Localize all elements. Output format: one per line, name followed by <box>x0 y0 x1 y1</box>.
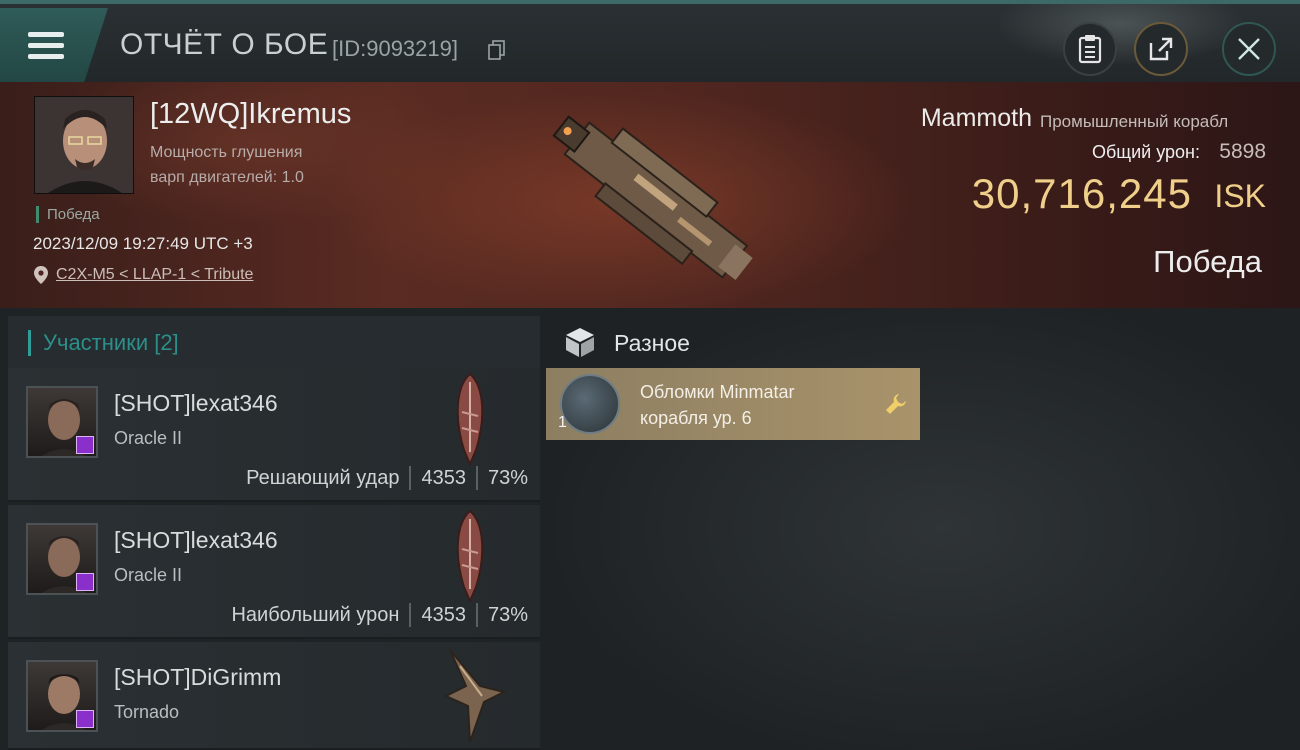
character-badge-icon <box>76 436 94 454</box>
participant-ship: Tornado <box>114 702 180 722</box>
participant-avatar[interactable] <box>26 660 98 732</box>
share-button[interactable] <box>1134 22 1188 76</box>
participant-stats: Решающий удар 4353 73% <box>246 466 528 490</box>
close-button[interactable] <box>1222 22 1276 76</box>
loot-name: Обломки Minmatar <box>640 382 795 402</box>
top-bar: ОТЧЁТ О БОЕ [ID:9093219] <box>0 0 1300 86</box>
participants-title: Участники [2] <box>28 330 179 356</box>
loot-item[interactable]: 1 Обломки Minmatar корабля ур. 6 <box>546 368 920 440</box>
participant-ship: Oracle II <box>114 565 183 585</box>
total-damage-value: 5898 <box>1219 140 1266 163</box>
participant-avatar[interactable] <box>26 523 98 595</box>
character-badge-icon <box>76 710 94 728</box>
stats-divider <box>409 466 412 490</box>
participant-row[interactable]: [SHOT]DiGrimm Tornado <box>8 642 540 750</box>
warp-scramble-label: Мощность глушения <box>150 144 303 161</box>
participant-percent: 73% <box>487 466 528 489</box>
total-damage-label: Общий урон: <box>1092 142 1200 162</box>
isk-unit: ISK <box>1214 178 1266 214</box>
wreck-thumbnail-icon <box>560 374 620 434</box>
battle-datetime: 2023/12/09 19:27:49 UTC +3 <box>33 234 253 253</box>
location-pin-icon <box>34 266 48 284</box>
close-icon <box>1238 38 1260 60</box>
victim-ship-class: Промышленный корабл <box>1040 112 1229 131</box>
participant-name[interactable]: [SHOT]lexat346 <box>114 527 278 554</box>
stats-divider <box>409 603 412 627</box>
participant-row[interactable]: [SHOT]lexat346 Oracle II Решающий удар 4… <box>8 368 540 502</box>
battle-result: Победа <box>1153 244 1262 279</box>
participant-damage: 4353 <box>421 466 466 489</box>
battle-location-link[interactable]: C2X-M5 < LLAP-1 < Tribute <box>56 266 253 284</box>
hamburger-icon <box>28 32 64 60</box>
victim-ship-name[interactable]: Mammoth <box>921 104 1032 133</box>
share-icon <box>1149 37 1173 61</box>
oracle-ship-icon <box>456 509 484 603</box>
participant-role: Решающий удар <box>246 466 400 489</box>
copy-icon[interactable] <box>488 40 506 60</box>
participant-damage: 4353 <box>421 603 466 626</box>
page-title: ОТЧЁТ О БОЕ <box>120 28 329 61</box>
report-id: [ID:9093219] <box>332 36 458 61</box>
oracle-ship-icon <box>456 372 484 466</box>
isk-value: 30,716,245 <box>971 170 1192 217</box>
clipboard-icon <box>1078 35 1102 64</box>
pilot-portrait-icon <box>35 97 133 193</box>
tornado-ship-icon <box>443 649 507 743</box>
wrench-icon[interactable] <box>884 392 908 416</box>
participant-row[interactable]: [SHOT]lexat346 Oracle II Наибольший урон… <box>8 505 540 639</box>
victim-panel: [12WQ]Ikremus Мощность глушения варп дви… <box>0 82 1300 308</box>
victim-avatar[interactable] <box>34 96 134 194</box>
victim-name[interactable]: [12WQ]Ikremus <box>150 98 351 131</box>
participants-panel: Участники [2] [SHOT]lexat346 Oracle II Р… <box>0 308 542 750</box>
participant-avatar[interactable] <box>26 386 98 458</box>
stats-divider <box>475 603 478 627</box>
participant-ship: Oracle II <box>114 428 183 448</box>
misc-title: Разное <box>614 330 690 356</box>
cargo-box-icon <box>566 328 594 357</box>
misc-panel: Разное 1 Обломки Minmatar корабля ур. 6 <box>542 308 1300 750</box>
report-button[interactable] <box>1063 22 1117 76</box>
outcome-tag: Победа <box>36 206 100 223</box>
participant-percent: 73% <box>487 603 528 626</box>
warp-scramble-value: варп двигателей: 1.0 <box>150 169 304 186</box>
menu-button[interactable] <box>0 8 108 82</box>
mammoth-ship-icon <box>552 115 753 281</box>
participant-name[interactable]: [SHOT]lexat346 <box>114 390 278 417</box>
participants-header: Участники [2] <box>8 316 540 368</box>
participant-name[interactable]: [SHOT]DiGrimm <box>114 664 281 691</box>
loot-quantity: 1 <box>558 414 567 431</box>
participant-stats: Наибольший урон 4353 73% <box>231 603 528 627</box>
participant-role: Наибольший урон <box>231 603 400 626</box>
stats-divider <box>475 466 478 490</box>
character-badge-icon <box>76 573 94 591</box>
loot-name-level: корабля ур. 6 <box>640 408 752 428</box>
